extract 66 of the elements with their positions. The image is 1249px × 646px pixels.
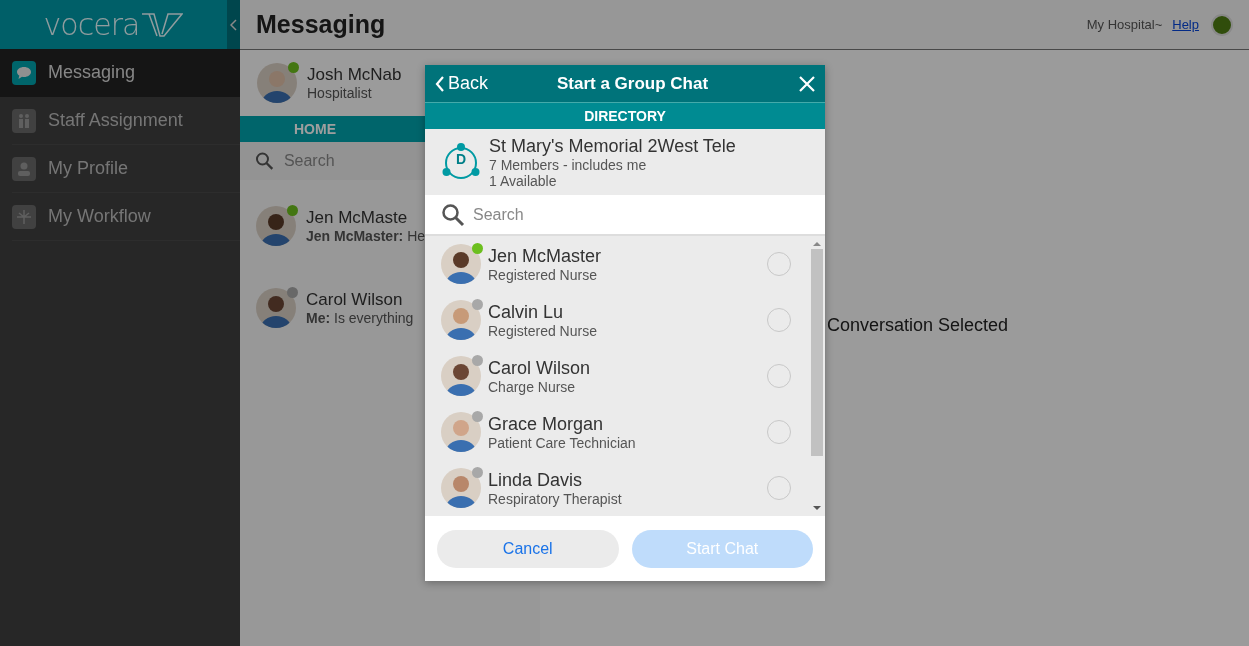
avatar bbox=[256, 288, 296, 328]
person-name: Jen McMaster bbox=[488, 245, 602, 267]
sidebar-item[interactable]: Staff Assignment bbox=[12, 97, 240, 145]
logo-mark-icon bbox=[141, 11, 184, 38]
close-button[interactable] bbox=[799, 75, 815, 92]
scroll-up-icon[interactable] bbox=[812, 241, 821, 247]
sidebar-item-label: My Profile bbox=[48, 158, 128, 179]
person-row[interactable]: Calvin Lu Registered Nurse bbox=[425, 292, 808, 348]
status-indicator[interactable] bbox=[1211, 13, 1233, 36]
chat-icon bbox=[16, 65, 32, 80]
person-name: Calvin Lu bbox=[488, 301, 565, 323]
message-preview: Me: Is everything bbox=[306, 310, 414, 326]
chevron-left-icon bbox=[435, 75, 445, 92]
avatar bbox=[441, 356, 481, 396]
user-role: Hospitalist bbox=[307, 85, 373, 101]
collapse-button[interactable] bbox=[227, 0, 240, 49]
logo-text: vocera bbox=[43, 7, 140, 42]
search-icon bbox=[255, 150, 274, 172]
available-count: 1 Available bbox=[489, 172, 558, 189]
search-field[interactable]: Search bbox=[471, 204, 771, 225]
contact-name: Jen McMaste bbox=[306, 208, 409, 228]
sidebar-item[interactable]: My Workflow bbox=[12, 193, 240, 241]
search-icon bbox=[441, 202, 465, 227]
message-preview: Jen McMaster: He bbox=[306, 228, 426, 244]
sidebar-item-label: Staff Assignment bbox=[48, 110, 183, 131]
avatar bbox=[257, 63, 297, 103]
workflow-icon bbox=[16, 208, 32, 225]
group-icon bbox=[441, 142, 481, 182]
cancel-button[interactable]: Cancel bbox=[437, 529, 619, 568]
empty-state-text: Conversation Selected bbox=[827, 315, 1009, 336]
page-title: Messaging bbox=[256, 10, 387, 39]
avatar bbox=[441, 244, 481, 284]
person-row[interactable]: Grace Morgan Patient Care Technician bbox=[425, 404, 808, 460]
person-role: Registered Nurse bbox=[488, 266, 598, 283]
avatar bbox=[441, 412, 481, 452]
dialog-title: Start a Group Chat bbox=[555, 73, 710, 94]
person-row[interactable]: Jen McMaster Registered Nurse bbox=[425, 236, 808, 292]
facility-name: My Hospital~ bbox=[1086, 17, 1163, 32]
person-role: Respiratory Therapist bbox=[488, 490, 622, 507]
section-header: DIRECTORY bbox=[425, 103, 825, 129]
person-name: Grace Morgan bbox=[488, 413, 605, 435]
avatar bbox=[256, 206, 296, 246]
person-row[interactable]: Linda Davis Respiratory Therapist bbox=[425, 460, 808, 516]
person-role: Patient Care Technician bbox=[488, 434, 636, 451]
people-icon bbox=[16, 112, 32, 129]
contact-name: Carol Wilson bbox=[306, 290, 404, 310]
person-row[interactable]: Carol Wilson Charge Nurse bbox=[425, 348, 808, 404]
person-icon bbox=[16, 160, 32, 177]
back-button[interactable]: Back bbox=[435, 73, 489, 94]
sidebar-item-label: Messaging bbox=[48, 62, 136, 83]
sidebar-item[interactable]: Messaging bbox=[0, 49, 240, 97]
sidebar-item-label: My Workflow bbox=[48, 206, 151, 227]
help-link[interactable]: Help bbox=[1172, 17, 1199, 32]
avatar bbox=[441, 300, 481, 340]
close-icon bbox=[799, 75, 815, 92]
chevron-left-icon bbox=[230, 18, 237, 31]
person-role: Charge Nurse bbox=[488, 378, 577, 395]
person-name: Carol Wilson bbox=[488, 357, 591, 379]
person-role: Registered Nurse bbox=[488, 322, 597, 339]
scroll-down-icon[interactable] bbox=[812, 505, 821, 511]
person-name: Linda Davis bbox=[488, 469, 584, 491]
sidebar-item[interactable]: My Profile bbox=[12, 145, 240, 193]
member-count: 7 Members - includes me bbox=[489, 156, 648, 173]
user-name: Josh McNab bbox=[307, 65, 402, 85]
group-initial: D bbox=[454, 151, 468, 167]
avatar bbox=[441, 468, 481, 508]
